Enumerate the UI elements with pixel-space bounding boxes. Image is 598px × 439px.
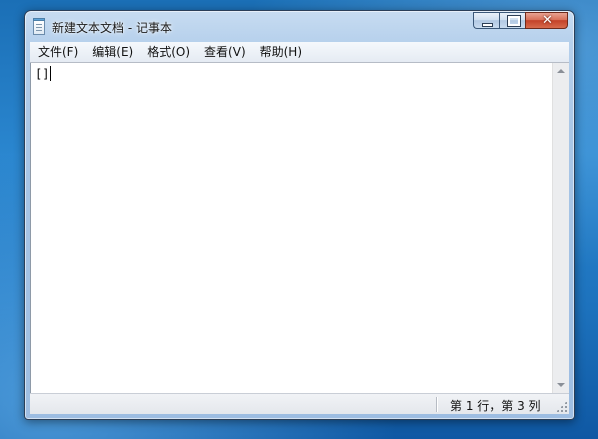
window-title: 新建文本文档 - 记事本: [52, 21, 172, 35]
menu-bar: 文件(F) 编辑(E) 格式(O) 查看(V) 帮助(H): [30, 42, 569, 63]
menu-help[interactable]: 帮助(H): [254, 43, 308, 61]
close-button[interactable]: ✕: [525, 12, 568, 29]
notepad-window[interactable]: 新建文本文档 - 记事本 ✕ 文件(F) 编辑(E) 格式(O) 查看(V) 帮…: [24, 10, 575, 420]
status-bar: 第 1 行，第 3 列: [30, 393, 569, 414]
minimize-button[interactable]: [473, 12, 499, 29]
maximize-icon: [507, 15, 521, 27]
editor-content: []: [35, 67, 50, 81]
editor-text-line[interactable]: []: [35, 66, 52, 81]
title-bar[interactable]: 新建文本文档 - 记事本 ✕: [25, 11, 574, 41]
status-divider: [436, 397, 437, 412]
notepad-icon[interactable]: [33, 18, 45, 35]
resize-grip-icon[interactable]: [556, 401, 567, 412]
cursor-position: 第 1 行，第 3 列: [450, 399, 541, 413]
vertical-scrollbar[interactable]: [552, 63, 569, 393]
minimize-icon: [482, 23, 493, 27]
text-caret: [50, 66, 52, 81]
menu-file[interactable]: 文件(F): [32, 43, 84, 61]
menu-format[interactable]: 格式(O): [141, 43, 196, 61]
menu-view[interactable]: 查看(V): [198, 43, 252, 61]
scroll-up-arrow-icon[interactable]: [557, 69, 565, 73]
maximize-button[interactable]: [499, 12, 525, 29]
text-editor[interactable]: []: [30, 63, 569, 393]
close-icon: ✕: [542, 13, 553, 28]
menu-edit[interactable]: 编辑(E): [86, 43, 139, 61]
scroll-down-arrow-icon[interactable]: [557, 383, 565, 387]
caption-buttons: ✕: [473, 12, 568, 31]
